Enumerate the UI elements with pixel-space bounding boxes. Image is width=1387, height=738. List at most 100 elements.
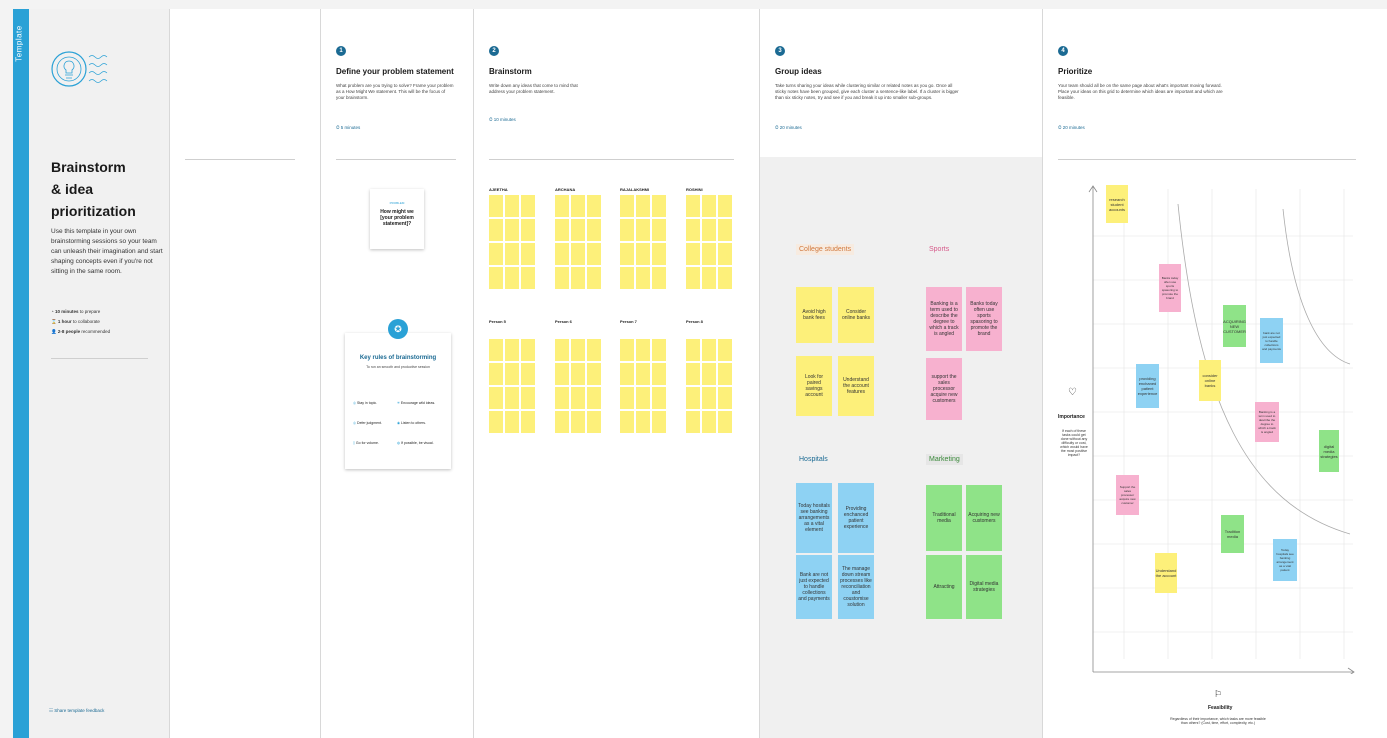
sticky-note[interactable]: Traditional media: [926, 485, 962, 551]
sticky-note[interactable]: [652, 363, 666, 385]
sticky-note[interactable]: [652, 195, 666, 217]
sticky-note[interactable]: [555, 363, 569, 385]
sticky-note[interactable]: [620, 243, 634, 265]
sticky-note[interactable]: Acquiring new customers: [966, 485, 1002, 551]
sticky-note[interactable]: [636, 195, 650, 217]
share-feedback-link[interactable]: ☷ Share template feedback: [49, 708, 104, 714]
sticky-note[interactable]: [587, 387, 601, 409]
sticky-note[interactable]: [505, 363, 519, 385]
sticky-note[interactable]: [571, 387, 585, 409]
sticky-note[interactable]: The manage down stream processes like re…: [838, 555, 874, 619]
sticky-note[interactable]: Today hositals see banking arrangements …: [796, 483, 832, 553]
sticky-note[interactable]: [652, 219, 666, 241]
sticky-note[interactable]: [636, 267, 650, 289]
sticky-note[interactable]: Look for paired savings account: [796, 356, 832, 416]
sticky-note[interactable]: [489, 339, 503, 361]
sticky-note[interactable]: [636, 243, 650, 265]
sticky-note[interactable]: [555, 411, 569, 433]
sticky-note[interactable]: research student accounts: [1106, 185, 1128, 223]
sticky-note[interactable]: [652, 339, 666, 361]
sticky-note[interactable]: [702, 219, 716, 241]
sticky-note[interactable]: [718, 339, 732, 361]
sticky-note[interactable]: [686, 267, 700, 289]
sticky-note[interactable]: [587, 339, 601, 361]
sticky-note[interactable]: [718, 411, 732, 433]
sticky-note[interactable]: [489, 411, 503, 433]
sticky-note[interactable]: [571, 243, 585, 265]
sticky-note[interactable]: [521, 411, 535, 433]
sticky-note[interactable]: Bank are not just expected to handle col…: [796, 555, 832, 619]
sticky-note[interactable]: [571, 363, 585, 385]
sticky-note[interactable]: digital media strategies: [1319, 430, 1339, 472]
sticky-note[interactable]: [587, 195, 601, 217]
sticky-note[interactable]: Today hospitals see banking arrangement …: [1273, 539, 1297, 581]
sticky-note[interactable]: [521, 339, 535, 361]
sticky-note[interactable]: [702, 267, 716, 289]
sticky-note[interactable]: [718, 195, 732, 217]
sticky-note[interactable]: Digital media strategies: [966, 555, 1002, 619]
sticky-note[interactable]: [555, 267, 569, 289]
sticky-note[interactable]: [489, 267, 503, 289]
sticky-note[interactable]: [489, 363, 503, 385]
sticky-note[interactable]: [489, 243, 503, 265]
sticky-note[interactable]: [636, 387, 650, 409]
sticky-note[interactable]: [620, 219, 634, 241]
sticky-note[interactable]: Banking is a term used to describe the d…: [926, 287, 962, 351]
sticky-note[interactable]: providing enchaned patient experience: [1136, 364, 1159, 408]
sticky-note[interactable]: [489, 387, 503, 409]
sticky-note[interactable]: [686, 387, 700, 409]
sticky-note[interactable]: [555, 243, 569, 265]
sticky-note[interactable]: [686, 243, 700, 265]
sticky-note[interactable]: [636, 339, 650, 361]
sticky-note[interactable]: [718, 267, 732, 289]
sticky-note[interactable]: [505, 387, 519, 409]
sticky-note[interactable]: [702, 387, 716, 409]
sticky-note[interactable]: [686, 219, 700, 241]
sticky-note[interactable]: [702, 339, 716, 361]
sticky-note[interactable]: [587, 411, 601, 433]
sticky-note[interactable]: [652, 267, 666, 289]
sticky-note[interactable]: Consider online banks: [838, 287, 874, 343]
sticky-note[interactable]: [718, 219, 732, 241]
sticky-note[interactable]: [521, 243, 535, 265]
sticky-note[interactable]: [555, 387, 569, 409]
sticky-note[interactable]: [686, 363, 700, 385]
sticky-note[interactable]: [489, 219, 503, 241]
sticky-note[interactable]: [555, 219, 569, 241]
sticky-note[interactable]: [571, 195, 585, 217]
sticky-note[interactable]: [587, 267, 601, 289]
sticky-note[interactable]: [555, 339, 569, 361]
sticky-note[interactable]: [505, 243, 519, 265]
sticky-note[interactable]: [718, 243, 732, 265]
sticky-note[interactable]: Banking is a term used to describe the d…: [1255, 402, 1279, 442]
sticky-note[interactable]: [718, 363, 732, 385]
sticky-note[interactable]: [571, 219, 585, 241]
sticky-note[interactable]: Understand the account: [1155, 553, 1177, 593]
sticky-note[interactable]: [587, 363, 601, 385]
sticky-note[interactable]: [521, 363, 535, 385]
sticky-note[interactable]: [620, 387, 634, 409]
template-tab[interactable]: Template: [13, 9, 29, 738]
sticky-note[interactable]: Avoid high bank fees: [796, 287, 832, 343]
sticky-note[interactable]: [505, 195, 519, 217]
sticky-note[interactable]: [718, 387, 732, 409]
sticky-note[interactable]: [587, 243, 601, 265]
sticky-note[interactable]: Understand the account features: [838, 356, 874, 416]
sticky-note[interactable]: [587, 219, 601, 241]
sticky-note[interactable]: [489, 195, 503, 217]
sticky-note[interactable]: [686, 339, 700, 361]
sticky-note[interactable]: [686, 411, 700, 433]
sticky-note[interactable]: [620, 411, 634, 433]
sticky-note[interactable]: [702, 195, 716, 217]
sticky-note[interactable]: [521, 267, 535, 289]
sticky-note[interactable]: support the sales processor acquire new …: [926, 358, 962, 420]
sticky-note[interactable]: [636, 411, 650, 433]
sticky-note[interactable]: [505, 219, 519, 241]
sticky-note[interactable]: [652, 243, 666, 265]
sticky-note[interactable]: [686, 195, 700, 217]
sticky-note[interactable]: [702, 411, 716, 433]
sticky-note[interactable]: [555, 195, 569, 217]
sticky-note[interactable]: [521, 219, 535, 241]
sticky-note[interactable]: [521, 195, 535, 217]
sticky-note[interactable]: ACQUIRING NEW CUSTOMER: [1223, 305, 1246, 347]
